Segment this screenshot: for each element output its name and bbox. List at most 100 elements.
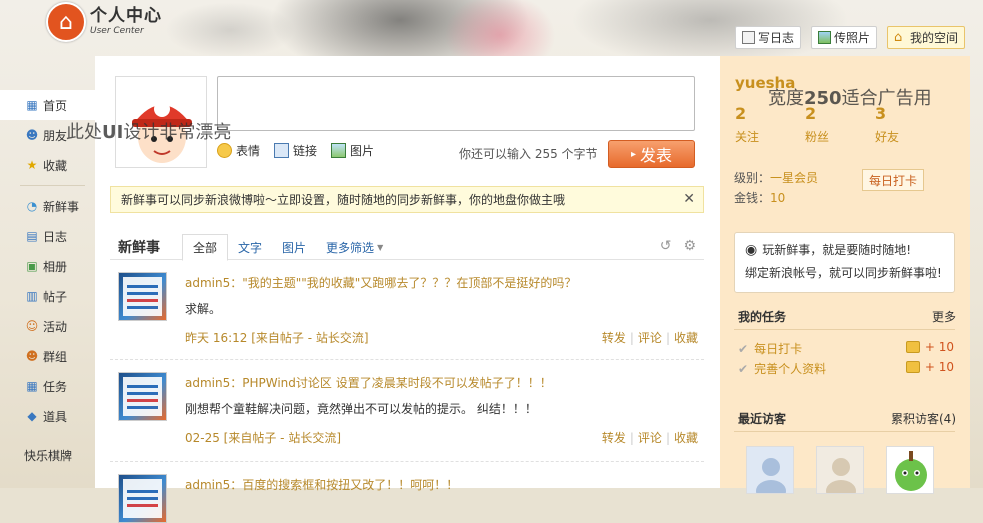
- share-link[interactable]: 转发: [602, 431, 626, 445]
- post-actions: 转发 | 评论 | 收藏: [602, 329, 698, 346]
- task-item[interactable]: ✔ 完善个人资料: [738, 360, 826, 377]
- money-row: 金钱：10: [734, 188, 818, 208]
- feed-item: admin5：PHPWind讨论区 设置了凌晨某时段不可以发帖子了！！！ 刚想帮…: [110, 362, 704, 462]
- level-label: 级别：: [734, 171, 771, 185]
- profile-levels: 级别：一星会员 金钱：10: [734, 168, 818, 208]
- task-item[interactable]: ✔ 每日打卡: [738, 340, 802, 357]
- write-log-label: 写日志: [757, 31, 794, 45]
- coin-icon: [905, 361, 920, 373]
- check-icon: ✔: [738, 341, 749, 356]
- task-icon: ▦: [26, 379, 38, 393]
- level-row: 级别：一星会员: [734, 168, 818, 188]
- sidebar-item-label: 活动: [43, 319, 68, 334]
- visitor-avatar[interactable]: [746, 446, 794, 494]
- image-button[interactable]: 图片: [331, 142, 374, 159]
- post-title[interactable]: admin5："我的主题""我的收藏"又跑哪去了？？？在顶部不是挺好的吗？: [185, 274, 576, 291]
- tab-image[interactable]: 图片: [272, 234, 316, 261]
- action-divider: |: [665, 331, 670, 345]
- my-space-button[interactable]: ⌂ 我的空间: [886, 26, 965, 49]
- sidebar-item-label: 帖子: [43, 289, 68, 304]
- money-label: 金钱：: [734, 191, 771, 205]
- stat-number: 2: [735, 104, 747, 123]
- sidebar-divider: [20, 185, 85, 186]
- visitors-count[interactable]: 累积访客(4): [891, 410, 956, 427]
- task-reward: + 10: [905, 360, 954, 374]
- share-link[interactable]: 转发: [602, 331, 626, 345]
- sina-desc: 绑定新浪帐号，就可以同步新鲜事啦!: [745, 266, 942, 280]
- sidebar-item-groups[interactable]: ☻ 群组: [0, 341, 95, 371]
- post-icon: ▥: [26, 289, 38, 303]
- sidebar-item-game[interactable]: 快乐棋牌: [0, 447, 95, 464]
- post-thumbnail[interactable]: [118, 272, 167, 321]
- visitor-avatar[interactable]: [816, 446, 864, 494]
- feed-item: admin5："我的主题""我的收藏"又跑哪去了？？？在顶部不是挺好的吗？ 求解…: [110, 262, 704, 360]
- visitor-avatar[interactable]: [886, 446, 934, 494]
- sidebar-item-feed[interactable]: ◔ 新鲜事: [0, 191, 95, 221]
- sidebar-item-label: 日志: [43, 229, 68, 244]
- feed-tools: ↺ ⚙: [660, 238, 696, 254]
- sidebar-item-tasks[interactable]: ▦ 任务: [0, 371, 95, 401]
- sidebar-item-favorites[interactable]: ★ 收藏: [0, 150, 95, 180]
- tool-icon: ◆: [27, 409, 37, 423]
- money-value: 10: [770, 191, 786, 205]
- sina-title[interactable]: 玩新鲜事，就是要随时随地!: [762, 241, 911, 258]
- tab-more-filter[interactable]: 更多筛选 ▼: [316, 234, 393, 261]
- sidebar-item-events[interactable]: ☺ 活动: [0, 311, 95, 341]
- post-meta[interactable]: 02-25 [来自帖子 - 站长交流]: [185, 429, 341, 446]
- gear-icon[interactable]: ⚙: [683, 238, 696, 254]
- sidebar-item-log[interactable]: ▤ 日志: [0, 221, 95, 251]
- stat-fans[interactable]: 2 粉丝: [805, 106, 829, 145]
- log-icon: ▤: [26, 229, 38, 243]
- tasks-title: 我的任务: [738, 310, 787, 324]
- play-icon: ▸: [630, 148, 636, 160]
- sidebar-item-tools[interactable]: ◆ 道具: [0, 401, 95, 431]
- sidebar-item-album[interactable]: ▣ 相册: [0, 251, 95, 281]
- logo-subtitle: User Center: [90, 26, 144, 36]
- default-avatar-icon: [747, 447, 793, 493]
- sina-weibo-box: ◉ 玩新鲜事，就是要随时随地! 绑定新浪帐号，就可以同步新鲜事啦!: [734, 232, 955, 293]
- sidebar-item-label: 群组: [43, 349, 68, 364]
- post-button[interactable]: ▸ 发表: [608, 140, 695, 168]
- feed-tabs: 全部 文字 图片 更多筛选 ▼: [182, 234, 393, 261]
- upload-photo-button[interactable]: 传照片: [810, 26, 877, 49]
- tasks-more-link[interactable]: 更多: [932, 308, 956, 325]
- profile-stats: 2 关注 2 粉丝 3 好友: [735, 106, 899, 145]
- post-button-label: 发表: [640, 146, 673, 165]
- home-icon: ⌂: [893, 30, 903, 45]
- favorite-link[interactable]: 收藏: [674, 431, 698, 445]
- emoji-button[interactable]: 表情: [217, 142, 260, 159]
- weibo-icon: ◉: [745, 241, 758, 258]
- top-actions: 写日志 传照片 ⌂ 我的空间: [734, 26, 965, 49]
- post-title[interactable]: admin5：PHPWind讨论区 设置了凌晨某时段不可以发帖子了！！！: [185, 374, 552, 391]
- home-icon: ▦: [26, 98, 38, 112]
- post-thumbnail[interactable]: [118, 474, 167, 523]
- close-icon[interactable]: ✕: [683, 191, 695, 207]
- sidebar-item-home[interactable]: ▦ 首页: [0, 90, 95, 120]
- compose-textarea[interactable]: [217, 76, 695, 131]
- tab-text[interactable]: 文字: [228, 234, 272, 261]
- post-title[interactable]: admin5：百度的搜索框和按扭又改了！！呵呵！！: [185, 476, 458, 493]
- notice-text[interactable]: 新鲜事可以同步新浪微博啦～立即设置，随时随地的同步新鲜事，你的地盘你做主哦: [121, 191, 565, 208]
- post-thumbnail[interactable]: [118, 372, 167, 421]
- sidebar-item-posts[interactable]: ▥ 帖子: [0, 281, 95, 311]
- link-button[interactable]: 链接: [274, 142, 317, 159]
- refresh-icon[interactable]: ↺: [660, 238, 672, 254]
- write-log-button[interactable]: 写日志: [734, 26, 801, 49]
- stat-friends[interactable]: 3 好友: [875, 106, 899, 145]
- default-avatar-icon: [817, 447, 863, 493]
- logo[interactable]: ⌂ 个人中心 User Center: [46, 2, 162, 42]
- post-body: 求解。: [185, 302, 222, 316]
- comment-link[interactable]: 评论: [638, 331, 662, 345]
- post-meta[interactable]: 昨天 16:12 [来自帖子 - 站长交流]: [185, 329, 369, 346]
- stat-label: 粉丝: [805, 130, 830, 144]
- comment-link[interactable]: 评论: [638, 431, 662, 445]
- stat-label: 关注: [735, 130, 760, 144]
- my-space-label: 我的空间: [909, 31, 958, 45]
- level-value[interactable]: 一星会员: [770, 171, 818, 185]
- stat-following[interactable]: 2 关注: [735, 106, 759, 145]
- sidebar-item-label: 新鲜事: [43, 199, 80, 214]
- event-icon: ☺: [25, 319, 39, 333]
- checkin-button[interactable]: 每日打卡: [862, 169, 924, 191]
- favorite-link[interactable]: 收藏: [674, 331, 698, 345]
- tab-all[interactable]: 全部: [182, 234, 229, 261]
